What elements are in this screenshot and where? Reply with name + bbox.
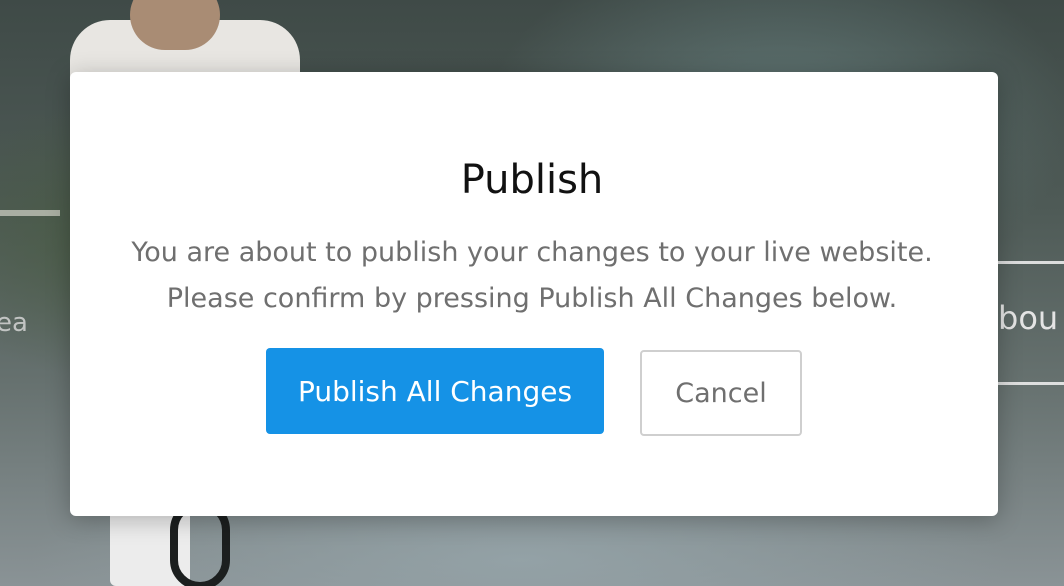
dialog-message-line-2: Please confirm by pressing Publish All C… (166, 283, 898, 314)
dialog-message: You are about to publish your changes to… (0, 230, 1064, 322)
cyclist-head (130, 0, 220, 50)
dialog-message-line-1: You are about to publish your changes to… (131, 237, 933, 268)
dialog-title: Publish (460, 157, 604, 203)
publish-all-changes-button[interactable]: Publish All Changes (266, 348, 604, 434)
cancel-button[interactable]: Cancel (640, 350, 802, 436)
